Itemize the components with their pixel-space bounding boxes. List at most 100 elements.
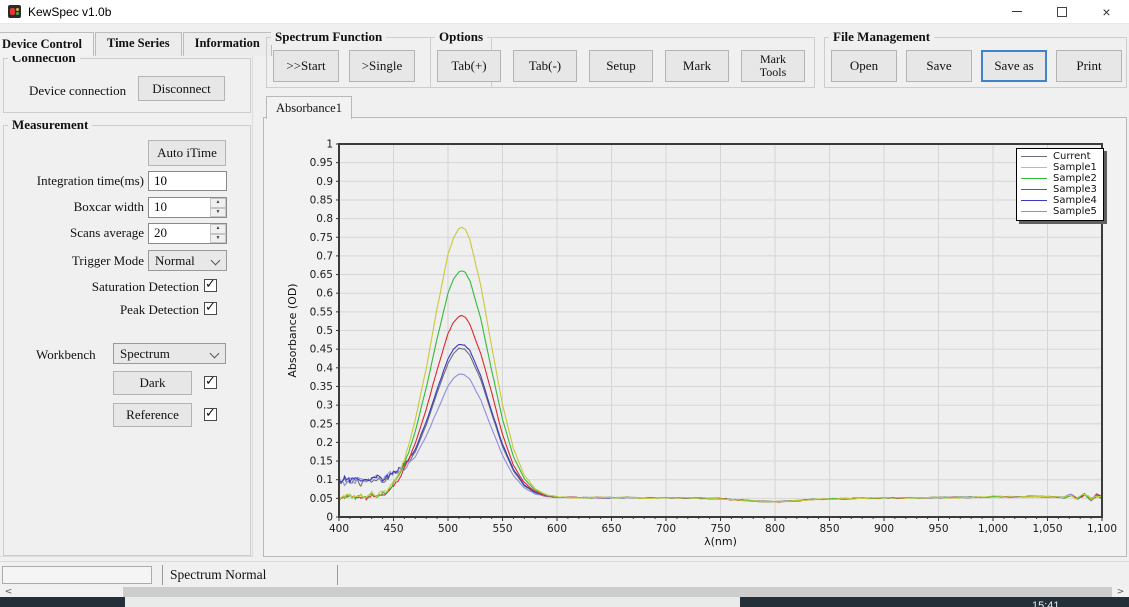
- file-management-groupbox: File Management OpenSaveSave asPrint: [824, 37, 1127, 88]
- reference-checkbox[interactable]: [204, 408, 217, 421]
- app-window: KewSpec v1.0b × Device ControlTime Serie…: [0, 0, 1129, 607]
- svg-text:0.85: 0.85: [310, 194, 333, 206]
- scroll-left-button[interactable]: <: [0, 587, 17, 597]
- start-button[interactable]: >>Start: [273, 50, 339, 82]
- dark-checkbox[interactable]: [204, 376, 217, 389]
- svg-text:0.65: 0.65: [310, 269, 333, 281]
- open-button[interactable]: Open: [831, 50, 897, 82]
- mark-button[interactable]: Mark: [665, 50, 729, 82]
- trigger-mode-label: Trigger Mode: [14, 253, 144, 269]
- print-button[interactable]: Print: [1056, 50, 1122, 82]
- legend-label: Sample3: [1053, 184, 1097, 195]
- save-as-button[interactable]: Save as: [981, 50, 1047, 82]
- legend-label: Sample4: [1053, 195, 1097, 206]
- scroll-right-icon: >: [1117, 588, 1125, 597]
- status-separator: [337, 565, 338, 585]
- legend-item: Sample5: [1021, 206, 1097, 217]
- status-message: Spectrum Normal: [170, 567, 266, 583]
- saturation-detection-checkbox[interactable]: [204, 279, 217, 292]
- saturation-detection-label: Saturation Detection: [19, 279, 199, 295]
- file-management-title: File Management: [829, 29, 934, 45]
- chevron-down-icon: [210, 349, 220, 359]
- scroll-right-button[interactable]: >: [1112, 587, 1129, 597]
- svg-text:0.6: 0.6: [316, 288, 333, 300]
- close-icon: ×: [1102, 5, 1110, 19]
- status-bar: Spectrum Normal: [0, 561, 1129, 588]
- tab-device-control[interactable]: Device Control: [0, 32, 94, 56]
- tab-information[interactable]: Information: [183, 32, 272, 56]
- scans-average-label: Scans average: [14, 225, 144, 241]
- restore-button[interactable]: [1039, 0, 1084, 23]
- spin-up-icon[interactable]: ▲: [210, 224, 226, 234]
- chart-legend: CurrentSample1Sample2Sample3Sample4Sampl…: [1016, 148, 1104, 221]
- svg-text:0.15: 0.15: [310, 456, 333, 468]
- integration-time-input[interactable]: [148, 171, 227, 191]
- svg-text:950: 950: [928, 523, 948, 535]
- legend-label: Sample2: [1053, 173, 1097, 184]
- minimize-icon: [1012, 11, 1022, 12]
- workbench-select[interactable]: Spectrum: [113, 343, 226, 364]
- status-progress-box: [2, 566, 152, 584]
- svg-text:0.8: 0.8: [316, 213, 333, 225]
- spectrum-plot[interactable]: 4004505005506006507007508008509009501,00…: [264, 118, 1126, 556]
- scans-average-stepper[interactable]: 20 ▲▼: [148, 223, 227, 244]
- left-tab-strip: Device ControlTime SeriesInformation: [0, 32, 273, 56]
- auto-itime-button[interactable]: Auto iTime: [148, 140, 226, 166]
- y-tick-labels: 00.050.10.150.20.250.30.350.40.450.50.55…: [310, 139, 334, 524]
- tab-time-series[interactable]: Time Series: [95, 32, 182, 56]
- status-separator: [162, 565, 163, 585]
- spin-down-icon[interactable]: ▼: [210, 234, 226, 244]
- svg-text:0.35: 0.35: [310, 381, 333, 393]
- svg-text:500: 500: [438, 523, 458, 535]
- svg-text:0.75: 0.75: [310, 232, 333, 244]
- legend-line-sample: [1021, 178, 1047, 179]
- svg-text:0.4: 0.4: [316, 362, 333, 374]
- measurement-title: Measurement: [8, 117, 92, 133]
- svg-text:0.25: 0.25: [310, 418, 333, 430]
- y-axis-title: Absorbance (OD): [286, 283, 299, 377]
- scrollbar-thumb[interactable]: [17, 587, 123, 597]
- taskbar-clock: 15:41: [1032, 600, 1060, 607]
- legend-item: Sample1: [1021, 162, 1097, 173]
- minimize-button[interactable]: [994, 0, 1039, 23]
- peak-detection-checkbox[interactable]: [204, 302, 217, 315]
- reference-button[interactable]: Reference: [113, 403, 192, 427]
- svg-text:0.7: 0.7: [316, 250, 333, 262]
- tab-absorbance1[interactable]: Absorbance1: [266, 96, 352, 119]
- disconnect-button[interactable]: Disconnect: [138, 76, 225, 101]
- single-button[interactable]: >Single: [349, 50, 415, 82]
- svg-text:0.95: 0.95: [310, 157, 333, 169]
- svg-text:0.45: 0.45: [310, 344, 333, 356]
- svg-text:0.9: 0.9: [316, 176, 333, 188]
- chart-area[interactable]: 4004505005506006507007508008509009501,00…: [263, 117, 1127, 557]
- mark-tools-button[interactable]: Mark Tools: [741, 50, 805, 82]
- integration-time-label: Integration time(ms): [14, 173, 144, 189]
- svg-text:0.3: 0.3: [316, 400, 333, 412]
- spin-down-icon[interactable]: ▼: [210, 208, 226, 218]
- legend-line-sample: [1021, 189, 1047, 190]
- svg-text:1: 1: [326, 139, 333, 151]
- legend-item: Sample2: [1021, 173, 1097, 184]
- svg-text:450: 450: [383, 523, 403, 535]
- svg-text:750: 750: [710, 523, 730, 535]
- svg-text:1,050: 1,050: [1032, 523, 1062, 535]
- spin-up-icon[interactable]: ▲: [210, 198, 226, 208]
- svg-text:600: 600: [547, 523, 567, 535]
- setup-button[interactable]: Setup: [589, 50, 653, 82]
- save-button[interactable]: Save: [906, 50, 972, 82]
- dark-button[interactable]: Dark: [113, 371, 192, 395]
- workbench-label: Workbench: [36, 347, 96, 363]
- horizontal-scrollbar[interactable]: < >: [0, 587, 1129, 597]
- svg-text:1,100: 1,100: [1087, 523, 1117, 535]
- x-axis-title: λ(nm): [704, 535, 737, 548]
- legend-line-sample: [1021, 167, 1047, 168]
- close-button[interactable]: ×: [1084, 0, 1129, 23]
- boxcar-width-stepper[interactable]: 10 ▲▼: [148, 197, 227, 218]
- tab-minus-button[interactable]: Tab(-): [513, 50, 577, 82]
- trigger-mode-select[interactable]: Normal: [148, 250, 227, 271]
- tab-plus-button[interactable]: Tab(+): [437, 50, 501, 82]
- measurement-groupbox: Measurement Auto iTime Integration time(…: [3, 125, 251, 556]
- legend-item: Current: [1021, 151, 1097, 162]
- svg-text:0.05: 0.05: [310, 493, 333, 505]
- restore-icon: [1057, 7, 1067, 17]
